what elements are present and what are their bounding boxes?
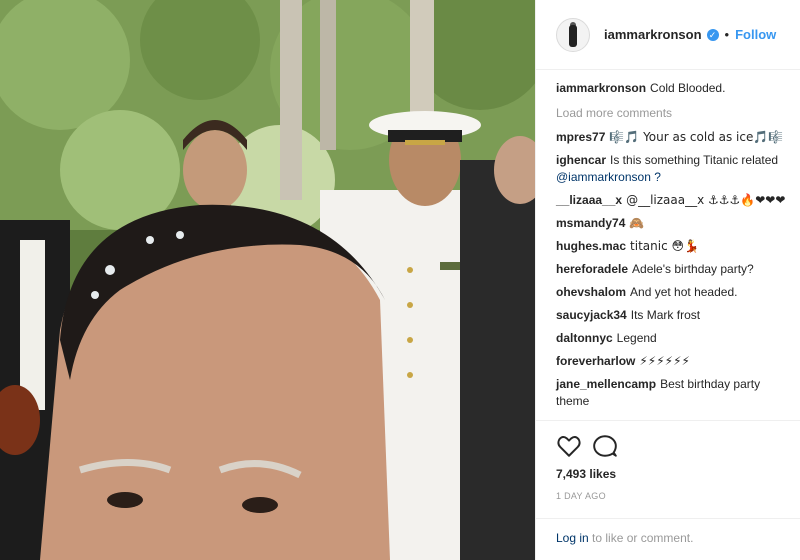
verified-badge-icon: ✓ xyxy=(706,28,719,41)
comment-text: Adele's birthday party? xyxy=(632,262,754,276)
post-timestamp: 1 DAY AGO xyxy=(556,491,606,501)
comment-text: 🙈 xyxy=(629,216,645,230)
comments-list: iammarkronson Cold Blooded. Load more com… xyxy=(536,70,800,418)
comment-item: hereforadele Adele's birthday party? xyxy=(556,261,786,278)
post-footer: 7,493 likes 1 DAY AGO xyxy=(536,420,800,501)
load-more-comments-link[interactable]: Load more comments xyxy=(556,105,786,122)
heart-icon[interactable] xyxy=(556,433,582,459)
comment-text: Is this something Titanic related xyxy=(610,153,779,167)
action-bar xyxy=(536,421,800,459)
comment-text: And yet hot headed. xyxy=(630,285,738,299)
comment-item: foreverharlow ⚡⚡⚡⚡⚡⚡ xyxy=(556,353,786,370)
comment-item: saucyjack34 Its Mark frost xyxy=(556,307,786,324)
comment-item: mpres77 🎼🎵 Your as cold as ice🎵🎼 xyxy=(556,129,786,146)
separator-dot: • xyxy=(724,27,730,42)
login-link[interactable]: Log in xyxy=(556,531,589,545)
comment-username[interactable]: mpres77 xyxy=(556,130,605,144)
comment-item: jane_mellencamp Best birthday party theme xyxy=(556,376,786,410)
caption: iammarkronson Cold Blooded. xyxy=(556,80,786,97)
avatar[interactable] xyxy=(556,17,590,52)
comment-username[interactable]: ighencar xyxy=(556,153,606,167)
caption-username[interactable]: iammarkronson xyxy=(556,81,646,95)
follow-button[interactable]: Follow xyxy=(735,27,776,42)
likes-count[interactable]: 7,493 likes xyxy=(536,459,800,481)
caption-text: Cold Blooded. xyxy=(650,81,726,95)
comment-mention-link[interactable]: @iammarkronson ? xyxy=(556,170,661,184)
post-photo[interactable] xyxy=(0,0,535,560)
comment-text: titanic 😳💃 xyxy=(630,239,699,253)
comment-text: @__lizaaa__x ⚓⚓⚓🔥❤❤❤ xyxy=(626,193,786,207)
post-sidebar: iammarkronson ✓ • Follow iammarkronson Co… xyxy=(535,0,800,560)
comment-icon[interactable] xyxy=(592,433,618,459)
header-username[interactable]: iammarkronson xyxy=(604,27,702,42)
comment-username[interactable]: msmandy74 xyxy=(556,216,625,230)
comment-item: __lizaaa__x @__lizaaa__x ⚓⚓⚓🔥❤❤❤ xyxy=(556,192,786,209)
comment-item: msmandy74 🙈 xyxy=(556,215,786,232)
comment-text: 🎼🎵 Your as cold as ice🎵🎼 xyxy=(609,130,784,144)
login-prompt-text: to like or comment. xyxy=(588,531,694,545)
comment-username[interactable]: ohevshalom xyxy=(556,285,626,299)
comment-item: ohevshalom And yet hot headed. xyxy=(556,284,786,301)
comment-item: hughes.mac titanic 😳💃 xyxy=(556,238,786,255)
comment-username[interactable]: __lizaaa__x xyxy=(556,193,622,207)
comment-item: daltonnyc Legend xyxy=(556,330,786,347)
comment-username[interactable]: jane_mellencamp xyxy=(556,377,656,391)
comment-username[interactable]: saucyjack34 xyxy=(556,308,627,322)
comment-text: ⚡⚡⚡⚡⚡⚡ xyxy=(639,354,690,368)
login-prompt: Log in to like or comment. xyxy=(536,518,800,545)
comment-item: ighencar Is this something Titanic relate… xyxy=(556,152,786,186)
comment-text: Its Mark frost xyxy=(630,308,701,322)
comment-username[interactable]: daltonnyc xyxy=(556,331,613,345)
comment-username[interactable]: hughes.mac xyxy=(556,239,626,253)
comment-text: Legend xyxy=(616,331,657,345)
post-header: iammarkronson ✓ • Follow xyxy=(536,0,800,70)
comment-username[interactable]: foreverharlow xyxy=(556,354,635,368)
comment-username[interactable]: hereforadele xyxy=(556,262,628,276)
